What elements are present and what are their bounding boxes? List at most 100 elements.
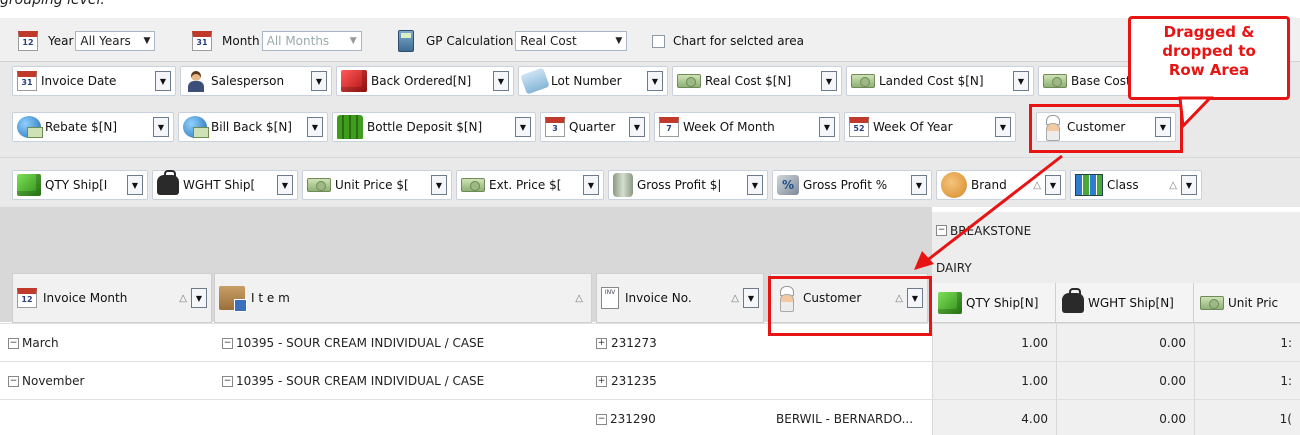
field-real-cost[interactable]: Real Cost $[N] ▼ xyxy=(672,66,842,96)
chevron-down-icon[interactable]: ▼ xyxy=(743,288,759,308)
year-select-value: All Years xyxy=(80,34,131,48)
invoice-value: 231273 xyxy=(611,336,657,350)
month-select-value: All Months xyxy=(266,34,330,48)
sort-arrow-icon[interactable]: △ xyxy=(731,293,739,304)
chevron-down-icon[interactable]: ▼ xyxy=(1181,175,1197,195)
row-field-label: Invoice Month xyxy=(43,291,128,305)
invoice-cell[interactable]: − 231290 xyxy=(588,400,768,435)
year-select[interactable]: All Years ▼ xyxy=(75,31,156,51)
year-label: Year xyxy=(48,34,74,48)
chevron-down-icon[interactable]: ▼ xyxy=(127,175,143,195)
field-ext-price[interactable]: Ext. Price $[ ▼ xyxy=(456,170,604,200)
chart-checkbox[interactable] xyxy=(652,34,665,48)
caption-text: grouping level. xyxy=(0,0,105,8)
money-icon xyxy=(1043,74,1067,88)
field-gross-profit-percent[interactable]: % Gross Profit % ▼ xyxy=(772,170,932,200)
sort-arrow-icon[interactable]: △ xyxy=(575,293,583,304)
money-icon xyxy=(307,178,331,192)
sort-arrow-icon[interactable]: △ xyxy=(1033,180,1041,191)
expand-icon[interactable]: + xyxy=(596,375,607,387)
field-invoice-date[interactable]: 31 Invoice Date ▼ xyxy=(12,66,176,96)
row-field-invoice-month[interactable]: 12 Invoice Month △ ▼ xyxy=(12,273,212,323)
sort-arrow-icon[interactable]: △ xyxy=(179,293,187,304)
field-label: Base Cost xyxy=(1071,74,1131,88)
field-rebate[interactable]: Rebate $[N] ▼ xyxy=(12,112,174,142)
field-back-ordered[interactable]: Back Ordered[N] ▼ xyxy=(336,66,514,96)
field-salesperson[interactable]: Salesperson ▼ xyxy=(180,66,332,96)
chevron-down-icon[interactable]: ▼ xyxy=(583,175,599,195)
chevron-down-icon[interactable]: ▼ xyxy=(1013,71,1029,91)
field-unit-price[interactable]: Unit Price $[ ▼ xyxy=(302,170,452,200)
box-icon xyxy=(219,286,247,312)
field-quarter[interactable]: 3 Quarter ▼ xyxy=(540,112,650,142)
field-label: Brand xyxy=(971,178,1007,192)
gp-calculation-value: Real Cost xyxy=(520,34,577,48)
chevron-down-icon[interactable]: ▼ xyxy=(1045,175,1061,195)
chevron-down-icon[interactable]: ▼ xyxy=(431,175,447,195)
month-select[interactable]: All Months ▼ xyxy=(261,31,362,51)
measure-header-unit-price[interactable]: Unit Pric xyxy=(1194,283,1300,323)
row-field-invoice-no[interactable]: INV Invoice No. △ ▼ xyxy=(596,273,764,323)
field-wght-ship[interactable]: WGHT Ship[ ▼ xyxy=(152,170,298,200)
collapse-icon[interactable]: − xyxy=(222,337,233,349)
chevron-down-icon[interactable]: ▼ xyxy=(277,175,293,195)
chevron-down-icon[interactable]: ▼ xyxy=(191,288,207,308)
measure-header-row: QTY Ship[N] WGHT Ship[N] Unit Pric xyxy=(932,283,1300,323)
chevron-down-icon[interactable]: ▼ xyxy=(307,117,323,137)
month-cell[interactable]: − March xyxy=(0,324,214,362)
field-qty-ship[interactable]: QTY Ship[I ▼ xyxy=(12,170,148,200)
table-row: − November − 10395 - SOUR CREAM INDIVIDU… xyxy=(0,361,1300,400)
measure-header-wght-ship[interactable]: WGHT Ship[N] xyxy=(1056,283,1194,323)
chevron-down-icon[interactable]: ▼ xyxy=(911,175,927,195)
column-header-dairy[interactable]: DAIRY xyxy=(932,249,1300,287)
chevron-down-icon[interactable]: ▼ xyxy=(629,117,645,137)
chevron-down-icon[interactable]: ▼ xyxy=(515,117,531,137)
chevron-down-icon[interactable]: ▼ xyxy=(155,71,171,91)
invoice-cell[interactable]: + 231235 xyxy=(588,362,768,400)
item-value: 10395 - SOUR CREAM INDIVIDUAL / CASE xyxy=(236,374,485,388)
month-cell[interactable]: − November xyxy=(0,362,214,400)
collapse-icon[interactable]: − xyxy=(936,225,947,236)
calendar-icon: 3 xyxy=(545,117,565,137)
chevron-down-icon[interactable]: ▼ xyxy=(747,175,763,195)
collapse-icon[interactable]: − xyxy=(222,375,233,387)
expand-icon[interactable]: + xyxy=(596,337,607,349)
chevron-down-icon[interactable]: ▼ xyxy=(153,117,169,137)
field-bill-back[interactable]: Bill Back $[N] ▼ xyxy=(178,112,328,142)
row-field-item[interactable]: I t e m △ xyxy=(214,273,592,323)
field-label: Real Cost $[N] xyxy=(705,74,792,88)
chevron-down-icon[interactable]: ▼ xyxy=(821,71,837,91)
field-landed-cost[interactable]: Landed Cost $[N] ▼ xyxy=(846,66,1034,96)
item-cell[interactable]: − 10395 - SOUR CREAM INDIVIDUAL / CASE xyxy=(214,362,596,400)
collapse-icon[interactable]: − xyxy=(8,375,19,387)
field-class[interactable]: Class △ ▼ xyxy=(1070,170,1202,200)
invoice-value: 231235 xyxy=(611,374,657,388)
chevron-down-icon[interactable]: ▼ xyxy=(819,117,835,137)
collapse-icon[interactable]: − xyxy=(8,337,19,349)
measure-header-qty-ship[interactable]: QTY Ship[N] xyxy=(932,283,1056,323)
chart-checkbox-label: Chart for selcted area xyxy=(673,34,804,48)
top-toolbar: 12 Year All Years ▼ 31 Month All Months … xyxy=(0,18,1300,62)
field-week-of-year[interactable]: 52 Week Of Year ▼ xyxy=(844,112,1016,142)
item-cell[interactable]: − 10395 - SOUR CREAM INDIVIDUAL / CASE xyxy=(214,324,596,362)
field-label: Unit Price $[ xyxy=(335,178,409,192)
field-lot-number[interactable]: Lot Number ▼ xyxy=(518,66,668,96)
field-gross-profit-dollar[interactable]: Gross Profit $| ▼ xyxy=(608,170,768,200)
chevron-down-icon[interactable]: ▼ xyxy=(647,71,663,91)
chevron-down-icon: ▼ xyxy=(349,36,357,46)
field-week-of-month[interactable]: 7 Week Of Month ▼ xyxy=(654,112,840,142)
customer-cell[interactable]: BERWIL - BERNARDO... xyxy=(768,400,932,435)
column-header-breakstone[interactable]: − BREAKSTONE xyxy=(932,212,1300,250)
table-row: − March − 10395 - SOUR CREAM INDIVIDUAL … xyxy=(0,323,1300,362)
collapse-icon[interactable]: − xyxy=(596,413,607,425)
invoice-cell[interactable]: + 231273 xyxy=(588,324,768,362)
field-label: Landed Cost $[N] xyxy=(879,74,984,88)
sort-arrow-icon[interactable]: △ xyxy=(1169,180,1177,191)
chevron-down-icon[interactable]: ▼ xyxy=(311,71,327,91)
field-brand[interactable]: Brand △ ▼ xyxy=(936,170,1066,200)
chevron-down-icon[interactable]: ▼ xyxy=(493,71,509,91)
percent-icon: % xyxy=(777,175,799,195)
gp-calculation-select[interactable]: Real Cost ▼ xyxy=(515,31,628,51)
chevron-down-icon[interactable]: ▼ xyxy=(995,117,1011,137)
field-bottle-deposit[interactable]: Bottle Deposit $[N] ▼ xyxy=(332,112,536,142)
